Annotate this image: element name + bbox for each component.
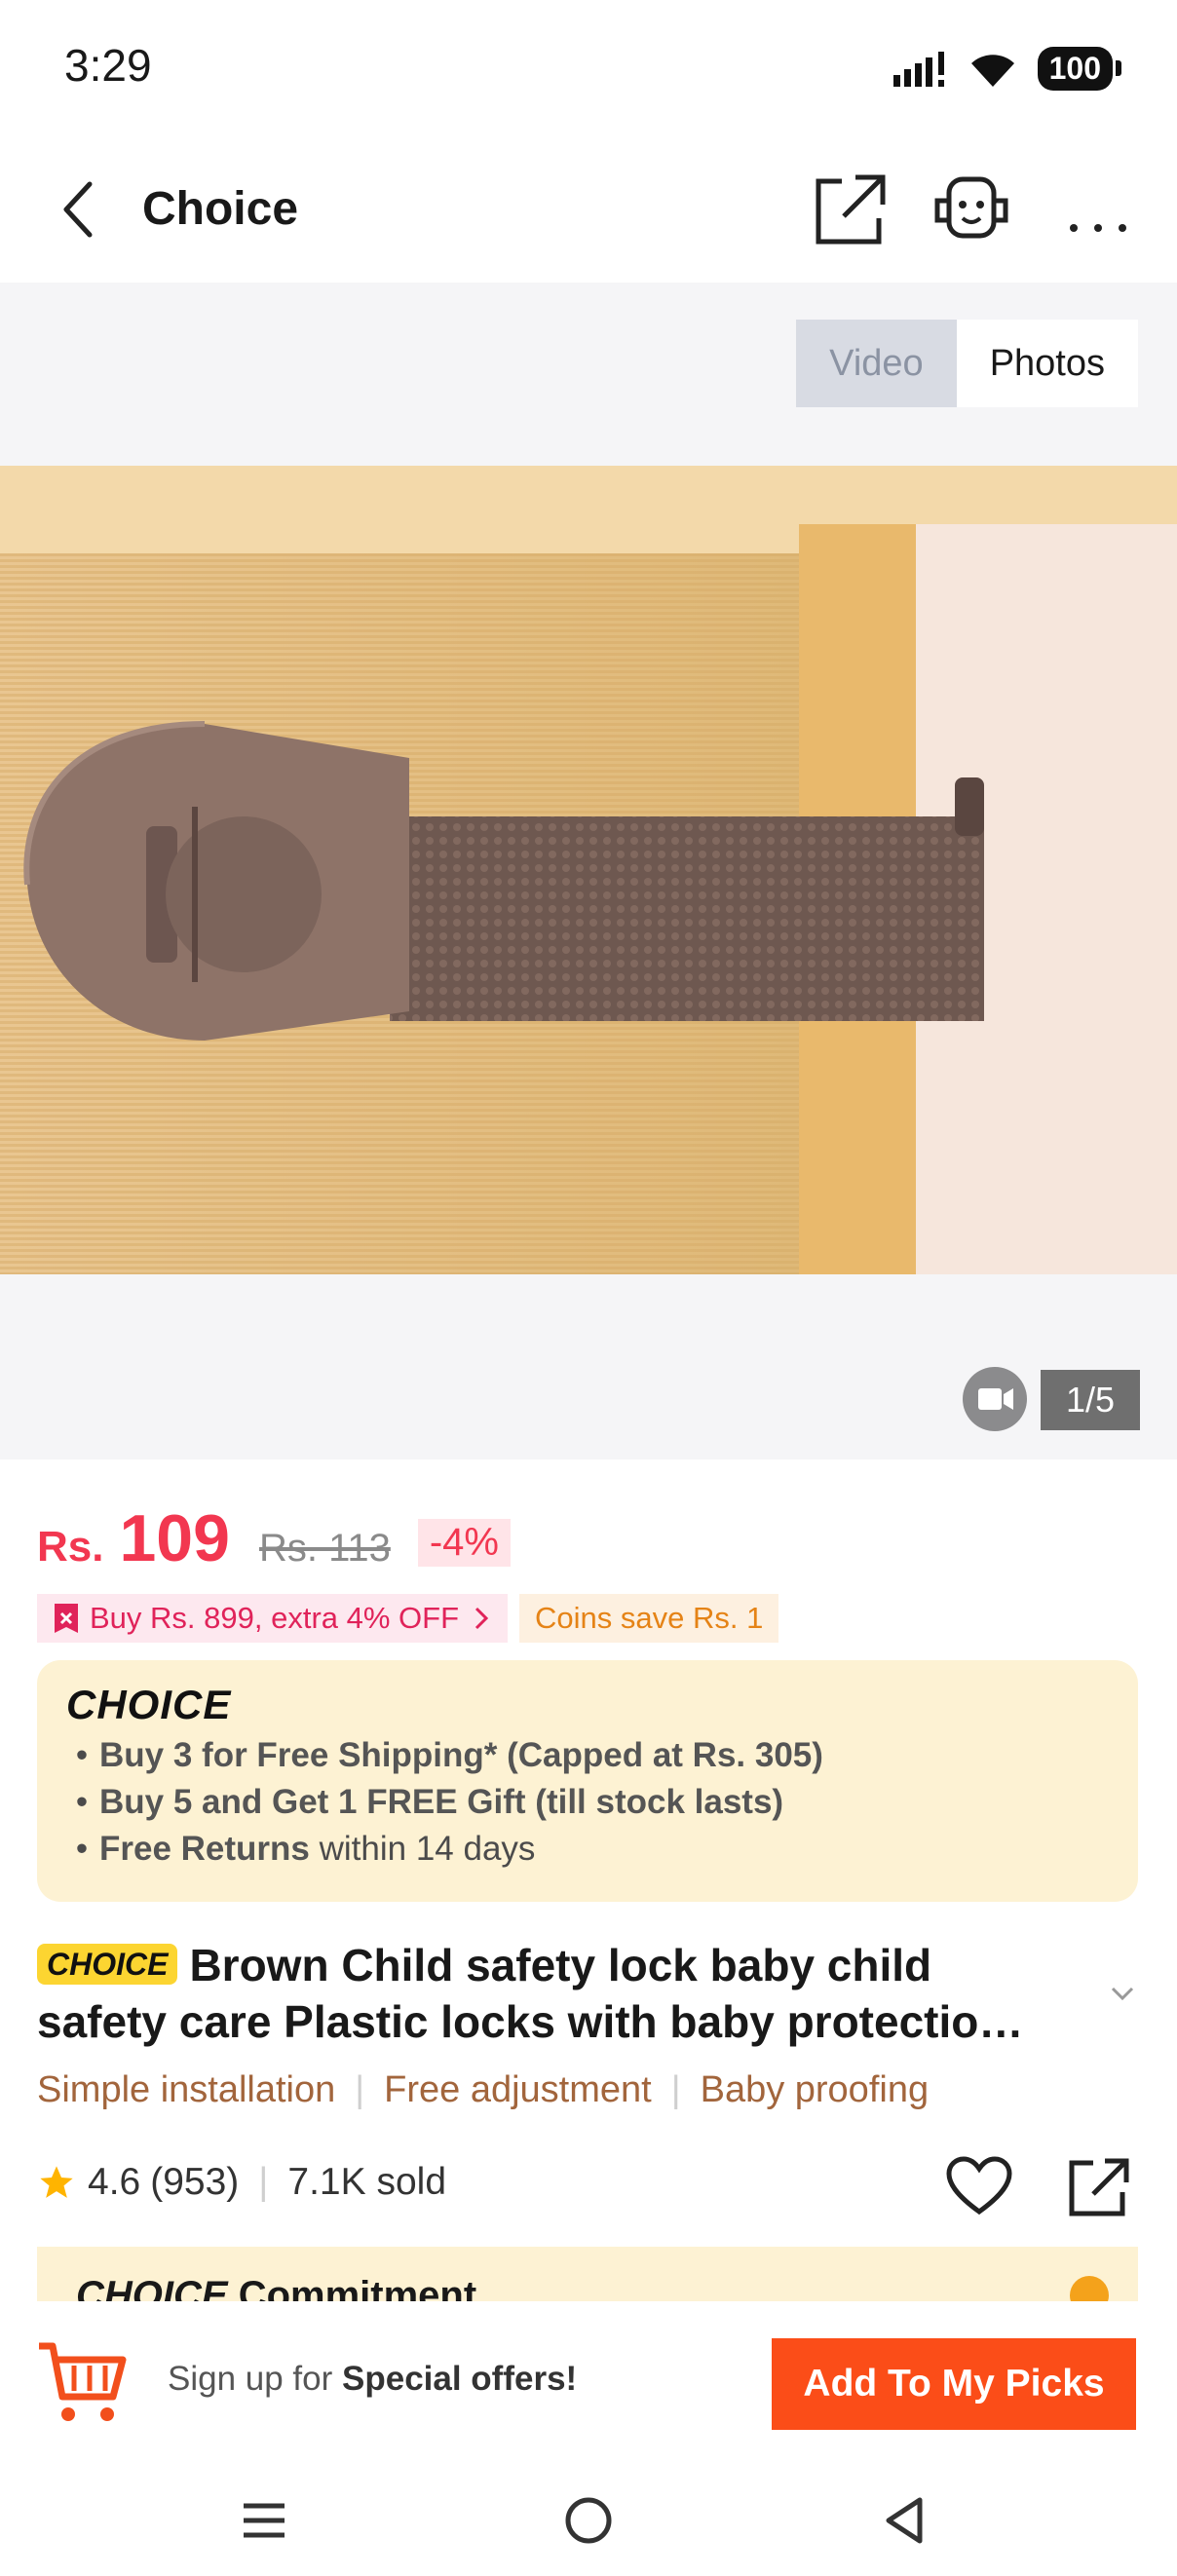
home-icon[interactable] xyxy=(554,2486,623,2555)
discount-badge: -4% xyxy=(417,1519,511,1567)
signal-icon xyxy=(892,51,944,87)
choice-benefits-card[interactable]: CHOICE • Buy 3 for Free Shipping* (Capped… xyxy=(37,1660,1138,1902)
status-bar: 3:29 100 xyxy=(0,0,1177,136)
promo-row: Buy Rs. 899, extra 4% OFF Coins save Rs.… xyxy=(37,1594,779,1643)
heart-icon[interactable] xyxy=(945,2155,1013,2217)
review-count: (953) xyxy=(150,2161,240,2203)
back-arrow-icon[interactable] xyxy=(51,172,109,246)
price-row: Rs. 109 Rs. 113 -4% xyxy=(37,1500,511,1576)
page-title: Choice xyxy=(142,183,299,235)
chevron-right-icon xyxy=(475,1607,489,1630)
benefit-item: • Buy 5 and Get 1 FREE Gift (till stock l… xyxy=(75,1783,784,1821)
coupon-icon xyxy=(55,1604,78,1633)
battery-indicator: 100 xyxy=(1037,47,1122,91)
rating-value: 4.6 xyxy=(88,2161,141,2203)
tab-video[interactable]: Video xyxy=(796,320,957,407)
benefit-item: • Free Returns within 14 days xyxy=(75,1830,536,1868)
commitment-banner[interactable]: CHOICE Commitment xyxy=(37,2247,1138,2301)
product-title-text: Brown Child safety lock baby child safet… xyxy=(37,1940,1024,2047)
wifi-icon xyxy=(970,54,1014,87)
media-tabs: Video Photos xyxy=(796,320,1138,407)
feature-tags: Simple installation | Free adjustment | … xyxy=(37,2069,930,2110)
feature-tag: Baby proofing xyxy=(700,2069,930,2110)
chevron-down-icon[interactable] xyxy=(1105,1976,1140,2011)
sold-count: 7.1K sold xyxy=(287,2161,447,2203)
coins-chip[interactable]: Coins save Rs. 1 xyxy=(519,1594,779,1643)
add-to-my-picks-button[interactable]: Add To My Picks xyxy=(772,2338,1136,2430)
more-options-icon[interactable] xyxy=(1054,166,1142,253)
image-counter: 1/5 xyxy=(1041,1370,1140,1430)
rating-row[interactable]: 4.6 (953) | 7.1K sold xyxy=(37,2161,446,2204)
benefit-item: • Buy 3 for Free Shipping* (Capped at Rs.… xyxy=(75,1736,823,1774)
bundle-discount-chip[interactable]: Buy Rs. 899, extra 4% OFF xyxy=(37,1594,509,1643)
product-title[interactable]: CHOICE Brown Child safety lock baby child… xyxy=(37,1937,1070,2050)
bottom-action-bar: Sign up for Special offers! Add To My Pi… xyxy=(0,2301,1177,2467)
benefits-list: • Buy 3 for Free Shipping* (Capped at Rs.… xyxy=(64,1732,823,1873)
cart-icon[interactable] xyxy=(35,2336,129,2430)
product-gallery[interactable]: Video Photos 1/5 xyxy=(0,283,1177,1459)
choice-logo: CHOICE xyxy=(76,2274,228,2301)
original-price: Rs. 113 xyxy=(258,1527,391,1570)
star-icon xyxy=(40,2166,73,2198)
product-image[interactable] xyxy=(0,466,1177,1274)
system-nav-bar xyxy=(0,2467,1177,2576)
commitment-label: Commitment xyxy=(238,2274,477,2301)
feature-tag: Simple installation xyxy=(37,2069,336,2110)
signup-offer[interactable]: Sign up for Special offers! xyxy=(168,2360,577,2399)
tab-photos[interactable]: Photos xyxy=(956,320,1138,407)
feature-tag: Free adjustment xyxy=(384,2069,652,2110)
chevron-right-icon xyxy=(1070,2276,1109,2301)
share-icon[interactable] xyxy=(805,166,892,253)
customer-service-icon[interactable] xyxy=(928,166,1015,253)
menu-icon[interactable] xyxy=(230,2486,298,2555)
top-app-bar: Choice xyxy=(0,136,1177,283)
choice-logo: CHOICE xyxy=(66,1682,232,1727)
price-currency: Rs. xyxy=(37,1523,104,1571)
status-time: 3:29 xyxy=(64,40,152,91)
bundle-discount-text: Buy Rs. 899, extra 4% OFF xyxy=(90,1601,460,1635)
back-icon[interactable] xyxy=(871,2486,939,2555)
choice-tag: CHOICE xyxy=(37,1944,178,1985)
video-camera-icon[interactable] xyxy=(963,1367,1027,1431)
current-price: 109 xyxy=(119,1501,230,1575)
share-icon[interactable] xyxy=(1064,2153,1132,2221)
